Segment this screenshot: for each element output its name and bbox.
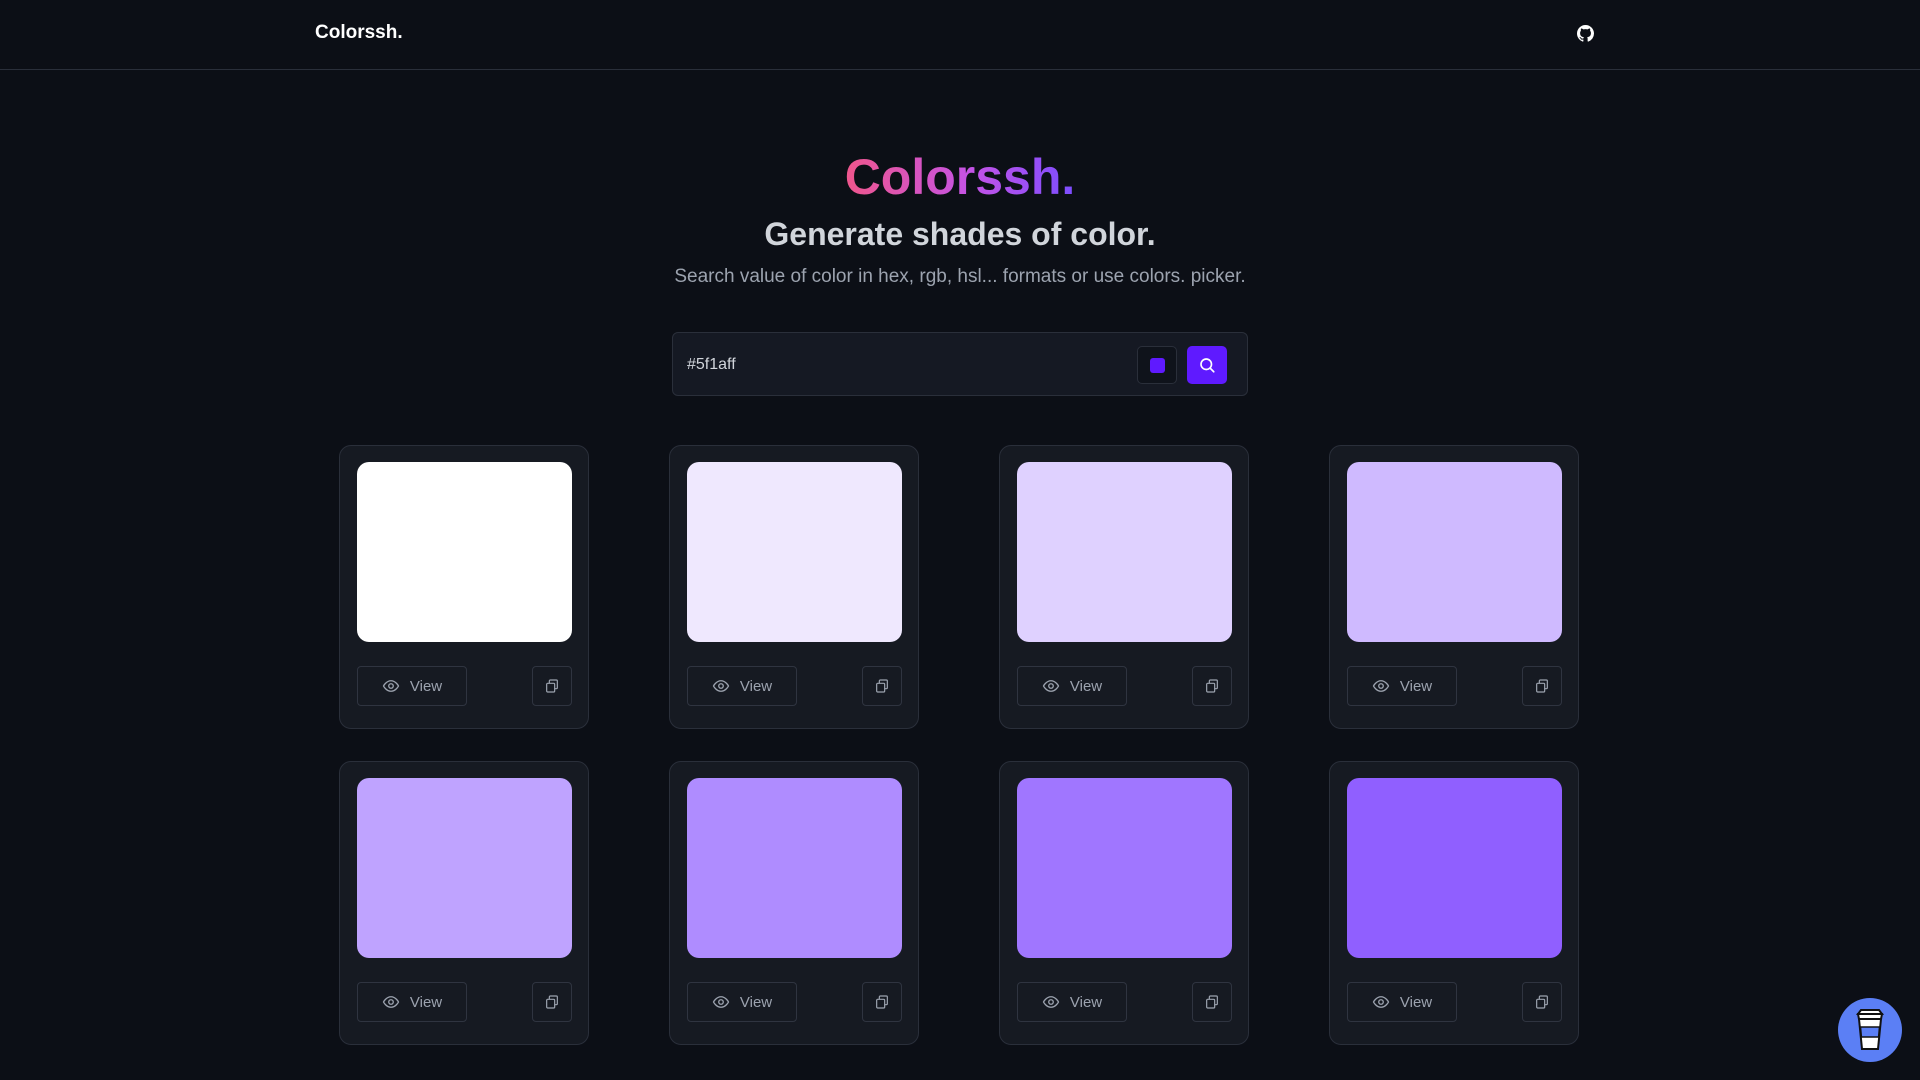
view-button[interactable]: View	[687, 982, 797, 1022]
copy-button[interactable]	[532, 982, 572, 1022]
view-button[interactable]: View	[1347, 666, 1457, 706]
copy-icon	[546, 995, 558, 1009]
github-icon[interactable]	[1574, 22, 1596, 44]
copy-button[interactable]	[1192, 982, 1232, 1022]
copy-button[interactable]	[1522, 982, 1562, 1022]
copy-icon	[876, 995, 888, 1009]
top-navbar: Colorssh.	[0, 0, 1920, 70]
copy-icon	[1206, 679, 1218, 693]
shade-card: View	[339, 445, 589, 729]
shade-swatch[interactable]	[1347, 462, 1562, 642]
hero-title: Colorssh.	[845, 145, 1076, 209]
view-button-label: View	[1069, 677, 1103, 695]
coffee-cup-icon	[1856, 1009, 1884, 1050]
view-button-label: View	[1399, 677, 1433, 695]
shade-card: View	[339, 761, 589, 1045]
color-search-bar	[672, 332, 1248, 396]
shade-card: View	[1329, 761, 1579, 1045]
view-button-label: View	[409, 993, 443, 1011]
shade-swatch[interactable]	[1017, 778, 1232, 958]
copy-icon	[546, 679, 558, 693]
copy-button[interactable]	[862, 982, 902, 1022]
shade-swatch[interactable]	[687, 778, 902, 958]
eye-icon	[1042, 680, 1060, 692]
shade-swatch[interactable]	[687, 462, 902, 642]
view-button[interactable]: View	[687, 666, 797, 706]
color-picker-button[interactable]	[1137, 346, 1177, 384]
eye-icon	[382, 996, 400, 1008]
buy-me-a-coffee-button[interactable]	[1838, 998, 1902, 1062]
color-picker-swatch	[1149, 357, 1165, 373]
copy-button[interactable]	[1522, 666, 1562, 706]
shade-swatch[interactable]	[357, 462, 572, 642]
shade-swatch[interactable]	[1347, 778, 1562, 958]
eye-icon	[712, 996, 730, 1008]
eye-icon	[1042, 996, 1060, 1008]
view-button[interactable]: View	[1017, 982, 1127, 1022]
hero-description: Search value of color in hex, rgb, hsl..…	[674, 266, 1246, 287]
view-button[interactable]: View	[1347, 982, 1457, 1022]
shade-card: View	[669, 445, 919, 729]
shade-swatch[interactable]	[357, 778, 572, 958]
search-button[interactable]	[1187, 346, 1227, 384]
copy-icon	[1536, 679, 1548, 693]
hero-subtitle: Generate shades of color.	[764, 216, 1156, 252]
copy-icon	[1536, 995, 1548, 1009]
view-button-label: View	[739, 677, 773, 695]
view-button[interactable]: View	[1017, 666, 1127, 706]
shades-grid: View View View View View View View View	[339, 445, 1581, 1045]
search-icon	[1200, 358, 1215, 373]
view-button[interactable]: View	[357, 666, 467, 706]
view-button-label: View	[409, 677, 443, 695]
eye-icon	[712, 680, 730, 692]
eye-icon	[1372, 680, 1390, 692]
brand-logo[interactable]: Colorssh.	[315, 22, 403, 44]
view-button-label: View	[1399, 993, 1433, 1011]
copy-icon	[876, 679, 888, 693]
copy-icon	[1206, 995, 1218, 1009]
shade-card: View	[999, 445, 1249, 729]
copy-button[interactable]	[532, 666, 572, 706]
shade-card: View	[669, 761, 919, 1045]
color-search-input[interactable]	[687, 347, 1127, 383]
shade-card: View	[1329, 445, 1579, 729]
hero-section: Colorssh. Generate shades of color. Sear…	[0, 145, 1920, 289]
eye-icon	[1372, 996, 1390, 1008]
copy-button[interactable]	[1192, 666, 1232, 706]
eye-icon	[382, 680, 400, 692]
copy-button[interactable]	[862, 666, 902, 706]
shade-swatch[interactable]	[1017, 462, 1232, 642]
view-button-label: View	[739, 993, 773, 1011]
shade-card: View	[999, 761, 1249, 1045]
view-button-label: View	[1069, 993, 1103, 1011]
view-button[interactable]: View	[357, 982, 467, 1022]
